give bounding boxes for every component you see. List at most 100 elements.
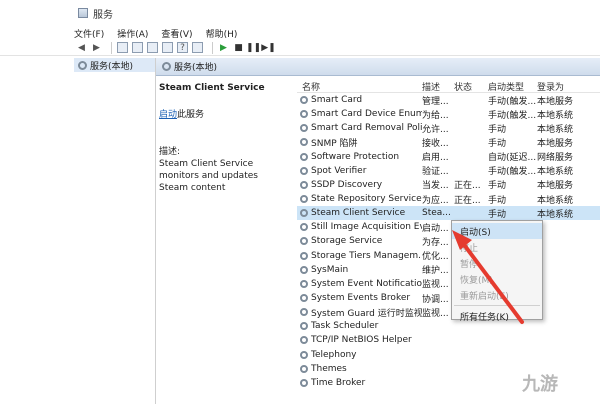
context-menu-restart[interactable]: 重新启动(E)	[452, 287, 542, 303]
gear-icon	[300, 265, 308, 274]
service-name: System Guard 运行时监视...	[311, 308, 422, 319]
row-description: 维护...	[422, 266, 449, 277]
refresh-icon[interactable]	[147, 42, 158, 53]
row-name: System Events Broker	[297, 293, 422, 303]
table-row[interactable]: Telephony	[297, 348, 600, 362]
tree-node-label: 服务(本地)	[90, 61, 134, 72]
row-description: 接收...	[422, 138, 449, 149]
service-name: SNMP 陷阱	[311, 138, 358, 149]
service-name: Storage Service	[311, 236, 383, 247]
context-menu-divider	[454, 305, 540, 306]
gear-icon	[300, 166, 308, 175]
row-description: 启用...	[422, 153, 449, 164]
row-startup-type: 手动(触发...	[488, 167, 537, 178]
gear-icon	[300, 237, 308, 246]
properties-icon[interactable]	[132, 42, 143, 53]
table-row[interactable]: SNMP 陷阱 接收... 手动 本地服务	[297, 135, 600, 149]
table-row[interactable]: SysMain 维护...	[297, 263, 600, 277]
table-row[interactable]: Steam Client Service Stea... 手动 本地系统	[297, 206, 600, 221]
table-row[interactable]: Smart Card 管理... 手动(触发... 本地服务	[297, 93, 600, 107]
gear-icon	[300, 322, 308, 331]
start-service-link[interactable]: 启动	[159, 110, 177, 120]
view-icon[interactable]	[192, 42, 203, 53]
row-description: 当发...	[422, 181, 449, 192]
row-description: 为存...	[422, 237, 449, 248]
table-row[interactable]: Task Scheduler	[297, 319, 600, 333]
gear-icon	[300, 336, 308, 345]
window-title: 服务	[93, 9, 113, 21]
service-name: Software Protection	[311, 151, 400, 162]
row-log-on-as: 本地服务	[537, 181, 574, 192]
start-service-icon[interactable]: ▶	[218, 42, 229, 53]
menu-file[interactable]: 文件(F)	[74, 27, 104, 40]
row-startup-type: 手动	[488, 124, 507, 135]
row-name: Time Broker	[297, 378, 422, 388]
table-row[interactable]: System Events Broker 协调...	[297, 291, 600, 305]
table-row[interactable]: Spot Verifier 验证... 手动(触发... 本地系统	[297, 164, 600, 178]
table-row[interactable]: System Event Notification...监视...	[297, 277, 600, 291]
column-header-status[interactable]: 状态	[454, 80, 488, 93]
context-menu-pause[interactable]: 暂停	[452, 255, 542, 271]
gear-icon	[300, 308, 308, 317]
column-header-name[interactable]: 名称	[297, 80, 422, 93]
row-name: Storage Service	[297, 236, 422, 246]
toolbar-divider	[111, 41, 112, 54]
table-row[interactable]: Storage Tiers Managem... 优化...	[297, 249, 600, 263]
context-menu-stop[interactable]: 停止	[452, 239, 542, 255]
stop-service-icon[interactable]: ■	[233, 42, 244, 53]
row-description: 允许...	[422, 124, 449, 135]
row-startup-type: 手动	[488, 138, 507, 149]
menu-view[interactable]: 查看(V)	[161, 27, 192, 40]
menu-help[interactable]: 帮助(H)	[206, 27, 238, 40]
table-row[interactable]: State Repository Service 为应... 正在... 手动 本地系统	[297, 192, 600, 206]
pause-service-icon[interactable]: ❚❚	[246, 42, 261, 53]
table-row[interactable]: TCP/IP NetBIOS Helper	[297, 333, 600, 347]
pane-header: 服务(本地)	[156, 58, 600, 76]
column-header-startup-type[interactable]: 启动类型	[488, 80, 537, 93]
gear-icon	[78, 60, 87, 70]
service-name: Spot Verifier	[311, 165, 367, 176]
row-name: Smart Card Device Enum...	[297, 109, 422, 119]
toolbar-divider	[212, 41, 213, 54]
forward-arrow-icon[interactable]: ▶	[91, 42, 102, 53]
menu-bar: 文件(F) 操作(A) 查看(V) 帮助(H)	[0, 26, 600, 40]
context-menu-all-tasks[interactable]: 所有任务(K)	[452, 308, 542, 324]
restart-service-icon[interactable]: ▶❚	[261, 42, 275, 53]
row-name: Still Image Acquisition Ev...	[297, 222, 422, 232]
row-description: 优化...	[422, 252, 449, 263]
gear-icon	[300, 209, 308, 218]
table-row[interactable]: Still Image Acquisition Ev... 启动...	[297, 220, 600, 234]
show-tree-icon[interactable]	[117, 42, 128, 53]
gear-icon	[300, 279, 308, 288]
service-name: Time Broker	[311, 377, 366, 388]
row-log-on-as: 本地系统	[537, 110, 574, 121]
row-name: Steam Client Service	[297, 208, 422, 218]
gear-icon	[300, 350, 308, 359]
row-startup-type: 手动	[488, 195, 507, 206]
table-row[interactable]: Storage Service 为存...	[297, 234, 600, 248]
menu-action[interactable]: 操作(A)	[117, 27, 148, 40]
context-menu-resume[interactable]: 恢复(M)	[452, 271, 542, 287]
tree-node-services-local[interactable]: 服务(本地)	[74, 58, 155, 72]
row-description: 为应...	[422, 195, 449, 206]
table-row[interactable]: System Guard 运行时监视... 监视...	[297, 305, 600, 319]
table-row[interactable]: Smart Card Removal Poli... 允许... 手动 本地系统	[297, 121, 600, 135]
export-list-icon[interactable]	[162, 42, 173, 53]
row-log-on-as: 本地系统	[537, 195, 574, 206]
context-menu-start[interactable]: 启动(S)	[452, 223, 542, 239]
back-arrow-icon[interactable]: ◀	[76, 42, 87, 53]
table-row[interactable]: SSDP Discovery 当发... 正在... 手动 本地服务	[297, 178, 600, 192]
table-row[interactable]: Smart Card Device Enum... 为给... 手动(触发... 本地…	[297, 107, 600, 121]
gear-icon	[300, 251, 308, 260]
service-name: Storage Tiers Managem...	[311, 250, 422, 261]
column-header-description[interactable]: 描述	[422, 80, 454, 93]
row-name: SysMain	[297, 265, 422, 275]
row-log-on-as: 本地系统	[537, 124, 574, 135]
row-description: Stea...	[422, 208, 451, 219]
column-header-log-on-as[interactable]: 登录为	[537, 80, 597, 93]
row-name: Themes	[297, 364, 422, 374]
service-detail-panel: Steam Client Service 启动此服务 描述: Steam Cli…	[156, 76, 291, 404]
help-icon[interactable]: ?	[177, 42, 188, 53]
services-app-icon	[78, 8, 88, 18]
table-row[interactable]: Software Protection 启用... 自动(延迟... 网络服务	[297, 150, 600, 164]
